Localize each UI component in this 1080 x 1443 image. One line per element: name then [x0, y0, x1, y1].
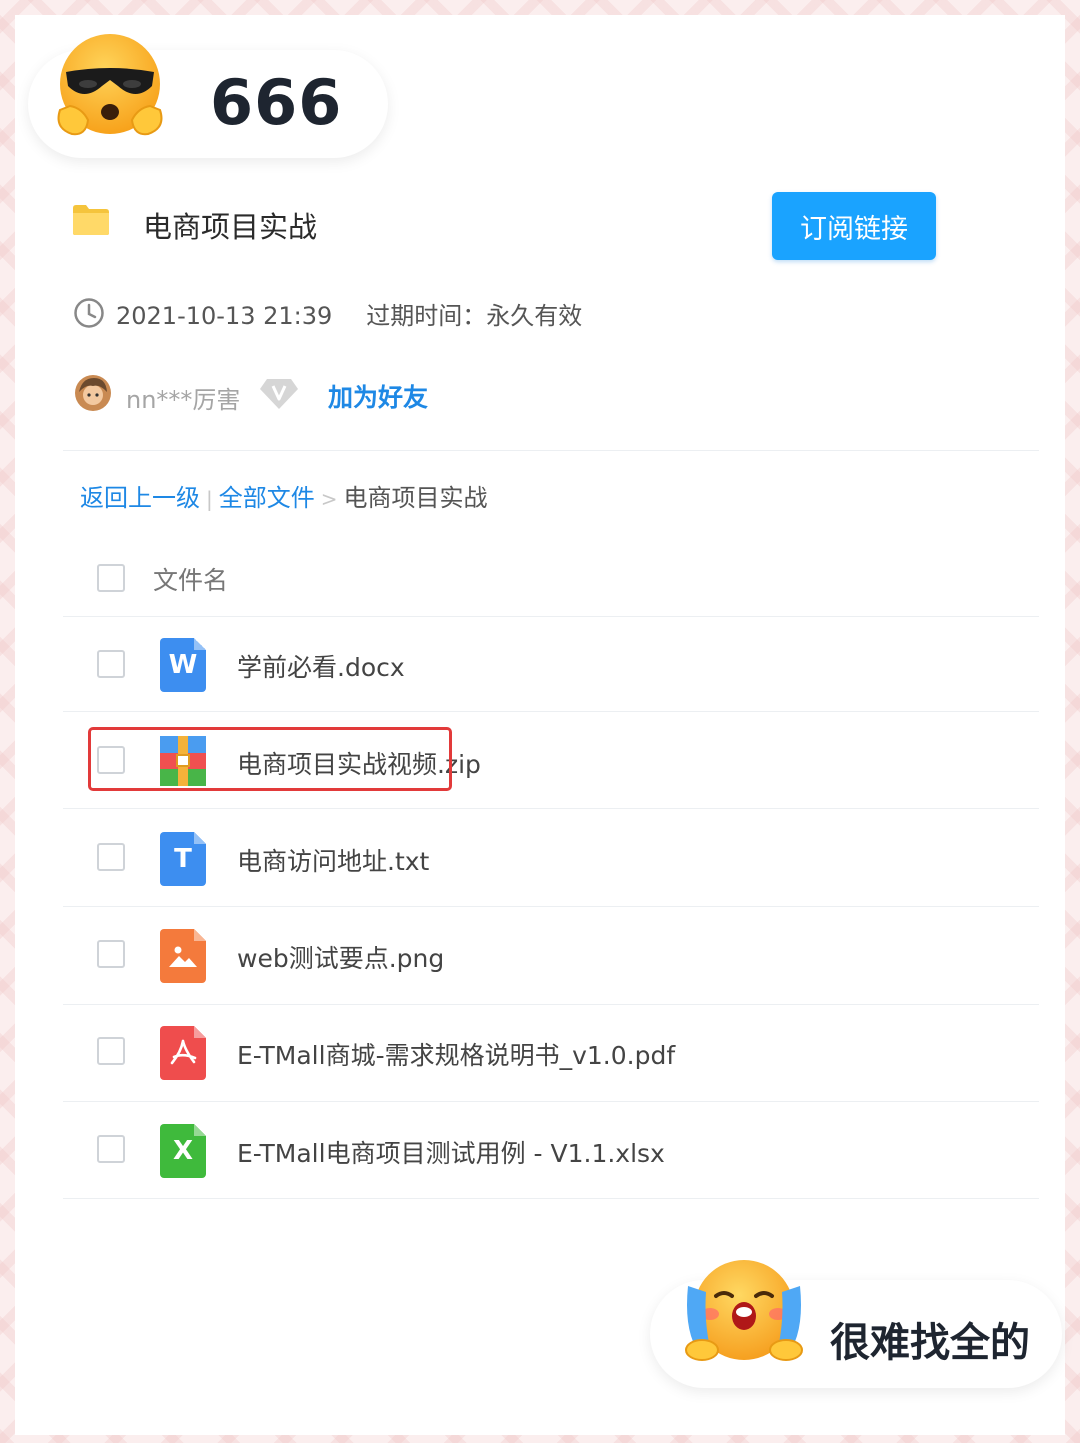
divider [63, 450, 1039, 451]
share-datetime: 2021-10-13 21:39 [116, 302, 333, 330]
file-name[interactable]: 电商访问地址.txt [237, 842, 429, 878]
folder-icon [73, 205, 109, 235]
crying-emoji-icon [685, 1260, 803, 1361]
divider [63, 808, 1039, 809]
folder-title: 电商项目实战 [143, 210, 318, 244]
select-all-checkbox[interactable] [97, 564, 125, 592]
column-header-filename: 文件名 [153, 566, 229, 595]
divider [63, 906, 1039, 907]
file-name[interactable]: web测试要点.png [237, 939, 444, 975]
share-meta: 2021-10-13 21:39 过期时间：永久有效 [116, 296, 582, 331]
acrobat-glyph-icon [170, 1039, 197, 1065]
file-name[interactable]: 学前必看.docx [237, 648, 405, 684]
expire-info: 过期时间：永久有效 [366, 302, 583, 330]
pdf-file-icon [160, 1026, 206, 1080]
divider [63, 1004, 1039, 1005]
image-file-icon [160, 929, 206, 983]
row-checkbox[interactable] [97, 650, 125, 678]
text-file-icon: T [160, 832, 206, 886]
row-checkbox[interactable] [97, 1037, 125, 1065]
highlight-annotation [88, 727, 452, 791]
image-glyph-icon [169, 946, 197, 967]
breadcrumb-separator: | [206, 487, 213, 511]
divider [63, 1198, 1039, 1199]
row-checkbox[interactable] [97, 1135, 125, 1163]
breadcrumb: 返回上一级 | 全部文件 > 电商项目实战 [80, 478, 488, 513]
subscribe-link-button[interactable]: 订阅链接 [772, 192, 936, 260]
avatar[interactable] [74, 374, 112, 412]
row-checkbox[interactable] [97, 843, 125, 871]
all-files-link[interactable]: 全部文件 [219, 484, 315, 512]
excel-file-icon: X [160, 1124, 206, 1178]
row-checkbox[interactable] [97, 940, 125, 968]
divider [63, 711, 1039, 712]
clock-icon [74, 298, 104, 328]
divider [63, 616, 1039, 617]
sharer-username: nn***厉害 [126, 386, 241, 414]
back-link[interactable]: 返回上一级 [80, 484, 200, 512]
sticker-text-666: 666 [210, 66, 343, 139]
vip-diamond-icon [260, 379, 298, 409]
divider [63, 1101, 1039, 1102]
sticker-text-bottom: 很难找全的 [830, 1320, 1030, 1366]
word-file-icon: W [160, 638, 206, 692]
breadcrumb-arrow: > [320, 487, 338, 511]
sunglasses-emoji-icon [57, 34, 163, 136]
file-name[interactable]: E-TMall电商项目测试用例 - V1.1.xlsx [237, 1134, 665, 1170]
file-name[interactable]: E-TMall商城-需求规格说明书_v1.0.pdf [237, 1036, 675, 1072]
breadcrumb-current: 电商项目实战 [343, 484, 488, 512]
add-friend-link[interactable]: 加为好友 [328, 378, 428, 414]
